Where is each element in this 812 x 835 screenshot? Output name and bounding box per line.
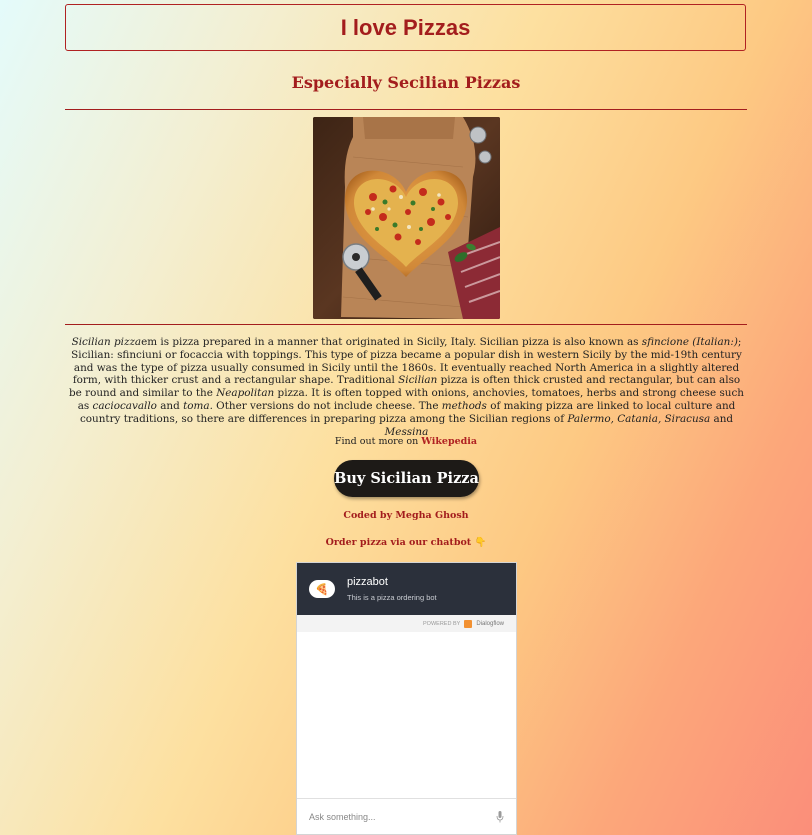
desc-neapolitan: Neapolitan [216, 387, 275, 400]
desc-caciocavallo: caciocavallo [92, 399, 157, 412]
mic-icon[interactable] [496, 811, 504, 823]
divider-bottom [65, 324, 747, 325]
chatbot-widget[interactable]: 🍕 pizzabot This is a pizza ordering bot … [296, 562, 517, 835]
buy-sicilian-pizza-button[interactable]: Buy Sicilian Pizza [334, 460, 479, 497]
pizza-description: Sicilian pizzaem is pizza prepared in a … [66, 336, 747, 438]
chatbot-header: 🍕 pizzabot This is a pizza ordering bot [297, 563, 516, 615]
divider-top [65, 109, 747, 110]
desc-regions: Palermo, Catania, Siracusa [567, 412, 711, 425]
credit-line: Coded by Megha Ghosh [0, 510, 812, 521]
powered-by-bar: POWERED BY Dialogflow [297, 615, 516, 632]
page-subtitle: Especially Secilian Pizzas [291, 73, 521, 92]
pizza-image [313, 117, 500, 319]
desc-methods: methods [441, 399, 487, 412]
page-title-box: I love Pizzas [65, 4, 746, 51]
chat-input[interactable]: Ask something... [297, 798, 516, 834]
dialogflow-label: Dialogflow [476, 620, 504, 627]
credit-author: Megha Ghosh [395, 510, 469, 521]
page-title: I love Pizzas [340, 14, 471, 40]
findout-prefix: Find out more on [334, 436, 422, 447]
credit-prefix: Coded by [343, 510, 396, 521]
wikipedia-link[interactable]: Wikepedia [421, 436, 477, 447]
pizza-icon: 🍕 [309, 580, 335, 598]
desc-sicilian-pizza: Sicilian pizza [71, 336, 142, 348]
desc-text: and [710, 412, 734, 425]
desc-text: . Other versions do not include cheese. … [209, 399, 442, 412]
chatbot-cta: Order pizza via our chatbot 👇 [325, 537, 487, 548]
findout-line: Find out more on Wikepedia [0, 436, 812, 447]
desc-sfincione: sfincione (Italian:) [641, 336, 738, 348]
chat-input-placeholder[interactable]: Ask something... [309, 812, 376, 822]
desc-sicilian: Sicilian [398, 374, 438, 387]
desc-toma: toma [183, 399, 210, 412]
powered-by-label: POWERED BY [423, 620, 461, 627]
desc-text: and [156, 399, 184, 412]
dialogflow-logo-icon [464, 619, 473, 628]
desc-text: em is pizza prepared in a manner that or… [141, 336, 642, 348]
chatbot-name: pizzabot [347, 576, 388, 588]
chatbot-subtitle: This is a pizza ordering bot [347, 593, 437, 602]
